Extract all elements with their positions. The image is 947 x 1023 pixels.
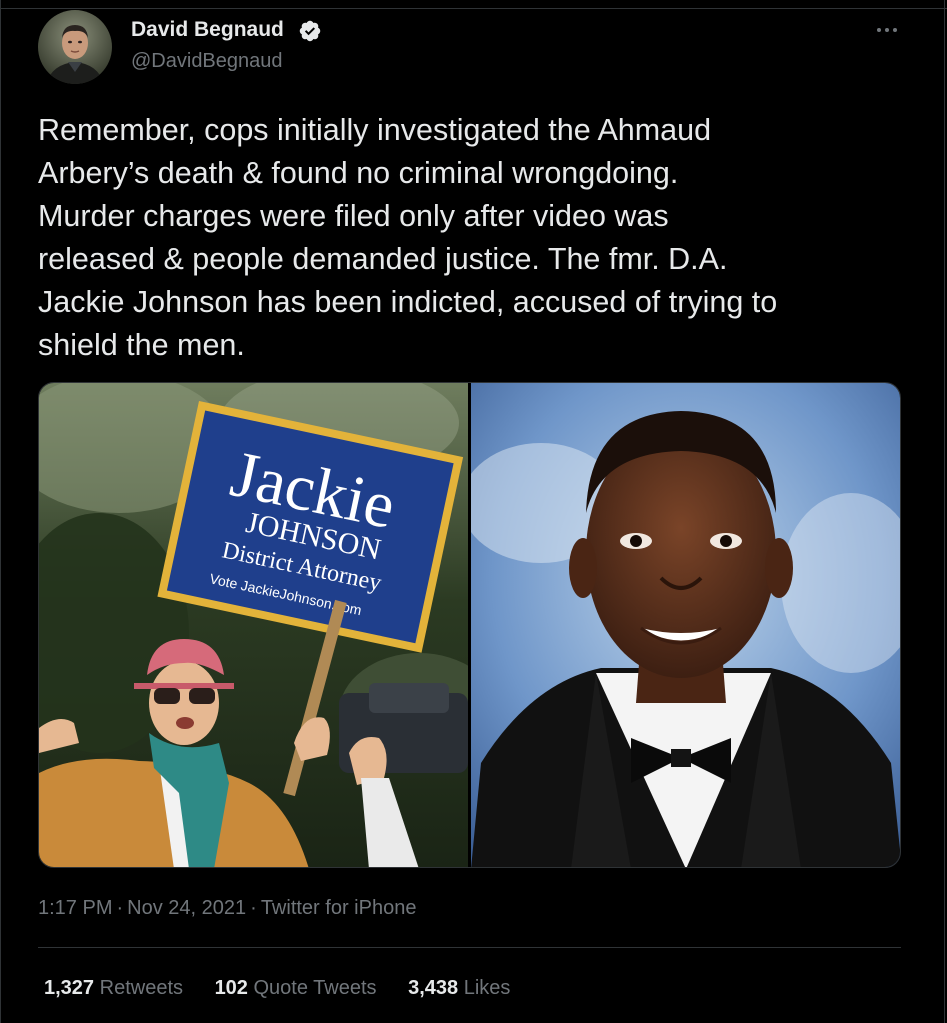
top-border <box>0 8 947 9</box>
likes-label: Likes <box>463 977 511 999</box>
likes-stat[interactable]: 3,438 Likes <box>408 977 510 1000</box>
photo-campaign-sign[interactable]: Jackie JOHNSON District Attorney Vote Ja… <box>39 383 468 868</box>
tweet-metadata: 1:17 PM · Nov 24, 2021 · Twitter for iPhone <box>38 897 416 920</box>
author-display-name[interactable]: David Begnaud <box>131 18 284 42</box>
divider <box>38 947 901 948</box>
verified-badge-icon <box>299 20 321 42</box>
retweets-stat[interactable]: 1,327 Retweets <box>44 977 183 1000</box>
tweet-date[interactable]: Nov 24, 2021 <box>127 897 246 919</box>
meta-separator-2: · <box>250 897 257 919</box>
author-handle[interactable]: @DavidBegnaud <box>131 50 283 73</box>
retweets-count: 1,327 <box>44 977 95 999</box>
quote-tweets-label: Quote Tweets <box>253 977 377 999</box>
photo-portrait[interactable] <box>471 383 901 868</box>
tweet-media[interactable]: Jackie JOHNSON District Attorney Vote Ja… <box>38 382 901 868</box>
avatar[interactable] <box>38 10 112 84</box>
likes-count: 3,438 <box>408 977 459 999</box>
tweet-time[interactable]: 1:17 PM <box>38 897 112 919</box>
tweet-text: Remember, cops initially investigated th… <box>38 113 778 362</box>
engagement-stats: 1,327 Retweets 102 Quote Tweets 3,438 Li… <box>44 977 536 1000</box>
tweet-source-link[interactable]: Twitter for iPhone <box>261 897 417 919</box>
more-options-icon[interactable] <box>873 26 903 36</box>
quote-tweets-stat[interactable]: 102 Quote Tweets <box>215 977 377 1000</box>
retweets-label: Retweets <box>99 977 183 999</box>
quote-tweets-count: 102 <box>214 977 248 999</box>
meta-separator: · <box>116 897 124 919</box>
